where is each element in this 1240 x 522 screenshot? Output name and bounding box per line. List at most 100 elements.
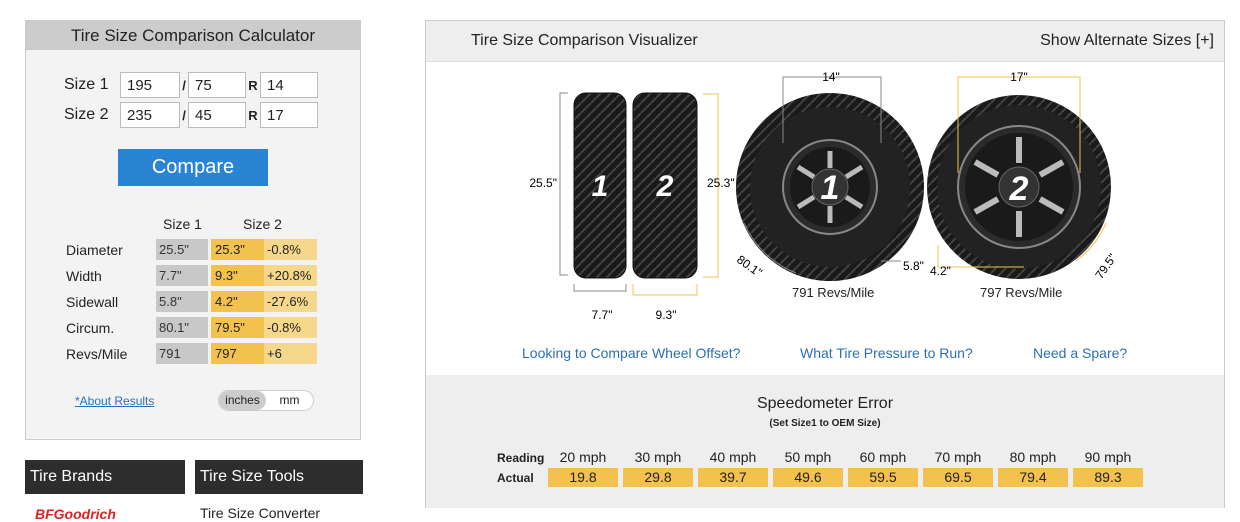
actual-label: Actual xyxy=(497,471,534,485)
tire2-sidewall-label: 4.2" xyxy=(930,264,951,278)
speedometer-subtitle: (Set Size1 to OEM Size) xyxy=(769,418,881,429)
tire-brands-box: Tire Brands BFGoodrich xyxy=(25,460,185,522)
result-difference: -0.8% xyxy=(264,317,317,338)
wheel-offset-link[interactable]: Looking to Compare Wheel Offset? xyxy=(522,345,740,361)
visualizer-panel: Tire Size Comparison Visualizer Show Alt… xyxy=(425,20,1225,508)
tire2-front-view: 2 xyxy=(927,95,1111,279)
speed-reading: 30 mph xyxy=(634,449,682,465)
reading-label: Reading xyxy=(497,451,545,465)
tire2-front-number: 2 xyxy=(1009,170,1029,208)
result-size2-value: 797 xyxy=(211,343,264,364)
size2-aspect-input[interactable] xyxy=(188,102,246,128)
tire-size-tools-box: Tire Size Tools Tire Size Converter xyxy=(195,460,363,521)
size2-rim-input[interactable] xyxy=(260,102,318,128)
tire2-revs-per-mile: 797 Revs/Mile xyxy=(980,285,1063,300)
calculator-title: Tire Size Comparison Calculator xyxy=(26,21,360,50)
tire1-side-view: 1 xyxy=(573,92,627,279)
tire1-sidewall-label: 5.8" xyxy=(903,259,924,273)
column-header-size2: Size 2 xyxy=(243,216,282,232)
tire1-diameter-label: 25.5" xyxy=(529,176,557,190)
result-difference: +6 xyxy=(264,343,317,364)
result-row-revs-per-mile: Revs/Mile 791 797 +6 xyxy=(66,343,317,364)
tire2-number: 2 xyxy=(656,170,674,203)
slash-separator: / xyxy=(182,77,186,93)
result-name: Circum. xyxy=(66,319,115,336)
result-name: Sidewall xyxy=(66,293,119,310)
result-difference: +20.8% xyxy=(264,265,317,286)
tire2-rim-label: 17" xyxy=(1010,70,1028,84)
result-row-diameter: Diameter 25.5" 25.3" -0.8% xyxy=(66,239,317,260)
result-size2-value: 4.2" xyxy=(211,291,264,312)
unit-toggle[interactable]: inches mm xyxy=(218,390,314,411)
need-a-spare-link[interactable]: Need a Spare? xyxy=(1033,345,1127,361)
about-results-link[interactable]: *About Results xyxy=(75,394,154,408)
compare-button[interactable]: Compare xyxy=(118,149,268,186)
speedometer-title: Speedometer Error xyxy=(756,395,894,412)
size2-width-input[interactable] xyxy=(120,102,180,128)
size2-row: Size 2 / R xyxy=(64,102,318,128)
actual-speed: 49.6 xyxy=(773,468,843,487)
tire1-front-number: 1 xyxy=(821,169,840,207)
result-size1-value: 5.8" xyxy=(156,291,208,312)
unit-mm-option[interactable]: mm xyxy=(266,391,313,410)
size1-width-input[interactable] xyxy=(120,72,180,98)
result-row-circumference: Circum. 80.1" 79.5" -0.8% xyxy=(66,317,317,338)
rim-separator: R xyxy=(248,77,258,93)
result-size2-value: 25.3" xyxy=(211,239,264,260)
size1-rim-input[interactable] xyxy=(260,72,318,98)
unit-inches-option[interactable]: inches xyxy=(219,391,266,410)
size2-label: Size 2 xyxy=(64,106,109,123)
result-difference: -0.8% xyxy=(264,239,317,260)
tire2-width-label: 9.3" xyxy=(656,308,677,322)
tire-pressure-link[interactable]: What Tire Pressure to Run? xyxy=(800,345,973,361)
show-alternate-sizes-button[interactable]: Show Alternate Sizes [+] xyxy=(1040,32,1214,50)
speed-reading: 20 mph xyxy=(559,449,607,465)
result-size1-value: 7.7" xyxy=(156,265,208,286)
result-name: Width xyxy=(66,267,102,284)
speed-reading: 50 mph xyxy=(784,449,832,465)
rim-separator: R xyxy=(248,107,258,123)
result-size1-value: 791 xyxy=(156,343,208,364)
size1-label: Size 1 xyxy=(64,76,109,93)
actual-speed: 59.5 xyxy=(848,468,918,487)
speedometer-error-section: Speedometer Error (Set Size1 to OEM Size… xyxy=(426,375,1224,508)
actual-speed: 39.7 xyxy=(698,468,768,487)
tire-size-converter-link[interactable]: Tire Size Converter xyxy=(195,494,363,521)
visualizer-title: Tire Size Comparison Visualizer xyxy=(471,32,698,49)
tire-size-tools-title: Tire Size Tools xyxy=(195,460,363,494)
actual-speed: 19.8 xyxy=(548,468,618,487)
actual-speed: 29.8 xyxy=(623,468,693,487)
speed-reading: 40 mph xyxy=(709,449,757,465)
tire2-circumference-label: 79.5" xyxy=(1092,251,1119,282)
speed-reading: 70 mph xyxy=(934,449,982,465)
tire2-diameter-label: 25.3" xyxy=(707,176,735,190)
result-size1-value: 80.1" xyxy=(156,317,208,338)
actual-speed: 79.4 xyxy=(998,468,1068,487)
result-name: Diameter xyxy=(66,241,123,258)
result-row-width: Width 7.7" 9.3" +20.8% xyxy=(66,265,317,286)
result-row-sidewall: Sidewall 5.8" 4.2" -27.6% xyxy=(66,291,317,312)
speed-reading: 90 mph xyxy=(1084,449,1132,465)
result-size2-value: 79.5" xyxy=(211,317,264,338)
tire1-rim-label: 14" xyxy=(822,70,840,84)
speed-reading: 60 mph xyxy=(859,449,907,465)
tire1-revs-per-mile: 791 Revs/Mile xyxy=(792,285,875,300)
actual-speed: 69.5 xyxy=(923,468,993,487)
size1-row: Size 1 / R xyxy=(64,72,318,98)
size1-aspect-input[interactable] xyxy=(188,72,246,98)
tire1-circumference-label: 80.1" xyxy=(734,252,765,279)
result-size1-value: 25.5" xyxy=(156,239,208,260)
slash-separator: / xyxy=(182,107,186,123)
tire1-width-label: 7.7" xyxy=(592,308,613,322)
result-name: Revs/Mile xyxy=(66,345,128,362)
tire-brands-title: Tire Brands xyxy=(25,460,185,494)
tire2-side-view: 2 xyxy=(632,92,698,279)
tire1-number: 1 xyxy=(592,170,609,203)
calculator-panel: Tire Size Comparison Calculator Size 1 /… xyxy=(25,20,361,440)
tire-diagram: 1 2 25.5" 25.3" 7.7" 9.3" 1 2 14" 17" 5.… xyxy=(529,70,1119,322)
visualizer-header: Tire Size Comparison Visualizer Show Alt… xyxy=(426,21,1224,62)
actual-speed: 89.3 xyxy=(1073,468,1143,487)
speed-reading: 80 mph xyxy=(1009,449,1057,465)
result-difference: -27.6% xyxy=(264,291,317,312)
column-header-size1: Size 1 xyxy=(163,216,202,232)
